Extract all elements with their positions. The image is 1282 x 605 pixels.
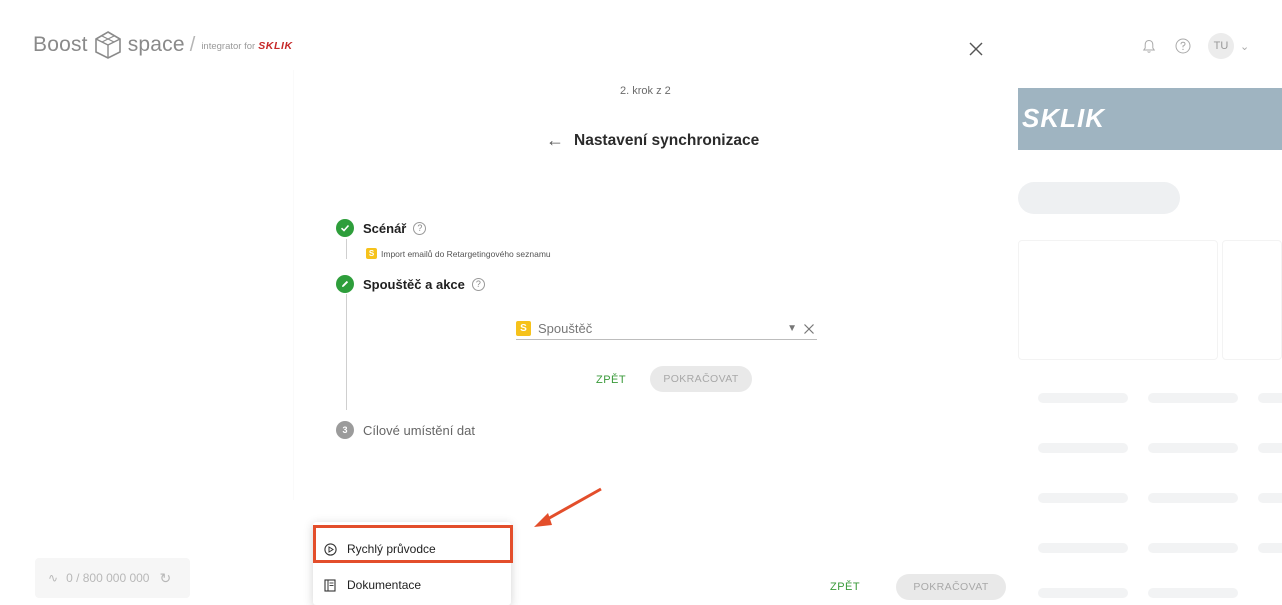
bell-icon[interactable] [1140, 37, 1158, 55]
placeholder-card [1018, 240, 1218, 360]
close-icon[interactable] [967, 40, 985, 58]
placeholder-row [1148, 588, 1238, 598]
highlight-annotation [313, 525, 513, 563]
placeholder-card [1222, 240, 1282, 360]
step-counter: 2. krok z 2 [620, 85, 671, 97]
help-icon[interactable] [1174, 37, 1192, 55]
clear-icon[interactable] [803, 323, 815, 335]
stepper-line [346, 239, 347, 259]
step-label: Cílové umístění dat [363, 422, 475, 438]
menu-item-label: Dokumentace [347, 578, 422, 592]
back-arrow-icon[interactable]: ← [546, 130, 564, 151]
sklik-banner-text: SKLIK [1022, 103, 1105, 133]
placeholder-row [1258, 393, 1282, 403]
placeholder-row [1148, 393, 1238, 403]
help-icon[interactable]: ? [413, 221, 427, 235]
page-title: ← Nastavení synchronizace [546, 130, 759, 151]
sklik-icon: S [366, 248, 377, 259]
background-panel: SKLIK [1018, 88, 1282, 605]
sklik-icon: S [516, 321, 531, 336]
step-number: 3 [336, 421, 354, 439]
placeholder-row [1038, 588, 1128, 598]
inner-back-button[interactable]: ZPĚT [596, 374, 626, 386]
stepper-line [346, 294, 347, 410]
counter-value: 0 / 800 000 000 [66, 571, 150, 585]
footer-continue-button[interactable]: POKRAČOVAT [896, 574, 1006, 600]
annotation-arrow [534, 487, 602, 527]
scenario-name: S Import emailů do Retargetingového sezn… [366, 248, 551, 259]
pencil-icon [336, 275, 354, 293]
placeholder-row [1038, 393, 1128, 403]
page-title-text: Nastavení synchronizace [574, 131, 760, 149]
sklik-banner: SKLIK [1018, 88, 1282, 150]
step-target[interactable]: 3 Cílové umístění dat [336, 421, 475, 439]
inner-continue-button[interactable]: POKRAČOVAT [650, 366, 752, 392]
placeholder-row [1258, 493, 1282, 503]
check-icon [336, 219, 354, 237]
brand-integrator-text: integrator for [201, 40, 256, 52]
placeholder-row [1038, 493, 1128, 503]
placeholder-row [1038, 443, 1128, 453]
footer-back-button[interactable]: ZPĚT [830, 581, 860, 593]
avatar[interactable]: TU [1208, 33, 1234, 59]
scenario-name-text: Import emailů do Retargetingového seznam… [381, 248, 551, 259]
sklik-brand-text: SKLIK [258, 40, 293, 52]
cube-logo-icon [94, 31, 121, 59]
help-icon[interactable]: ? [471, 277, 485, 291]
document-icon [323, 578, 337, 592]
chevron-down-icon[interactable]: ⌄ [1240, 40, 1249, 53]
step-label: Spouštěč a akce [363, 276, 465, 292]
placeholder-row [1148, 443, 1238, 453]
brand-logo[interactable]: Boost space / integrator for SKLIK [33, 30, 293, 60]
placeholder-row [1258, 443, 1282, 453]
caret-down-icon[interactable]: ▼ [787, 323, 797, 334]
placeholder-row [1148, 543, 1238, 553]
step-scenario[interactable]: Scénář ? [336, 219, 427, 237]
divider [293, 70, 294, 500]
trigger-select[interactable]: S Spouštěč ▼ [516, 318, 817, 340]
topbar-right: TU ⌄ [1140, 33, 1249, 59]
step-label: Scénář [363, 220, 407, 236]
trigger-select-value: Spouštěč [538, 321, 593, 336]
placeholder-row [1148, 493, 1238, 503]
refresh-icon[interactable]: ↻ [159, 570, 171, 587]
placeholder-pill [1018, 182, 1180, 214]
menu-item-documentation[interactable]: Dokumentace [313, 567, 511, 603]
brand-space-text: space [127, 33, 185, 56]
placeholder-row [1038, 543, 1128, 553]
brand-boost-text: Boost [33, 33, 88, 56]
operations-counter: ∿ 0 / 800 000 000 ↻ [35, 558, 190, 598]
brand-divider: / [189, 33, 196, 56]
step-trigger-action[interactable]: Spouštěč a akce ? [336, 275, 485, 293]
placeholder-row [1258, 543, 1282, 553]
nodes-icon: ∿ [48, 571, 59, 585]
